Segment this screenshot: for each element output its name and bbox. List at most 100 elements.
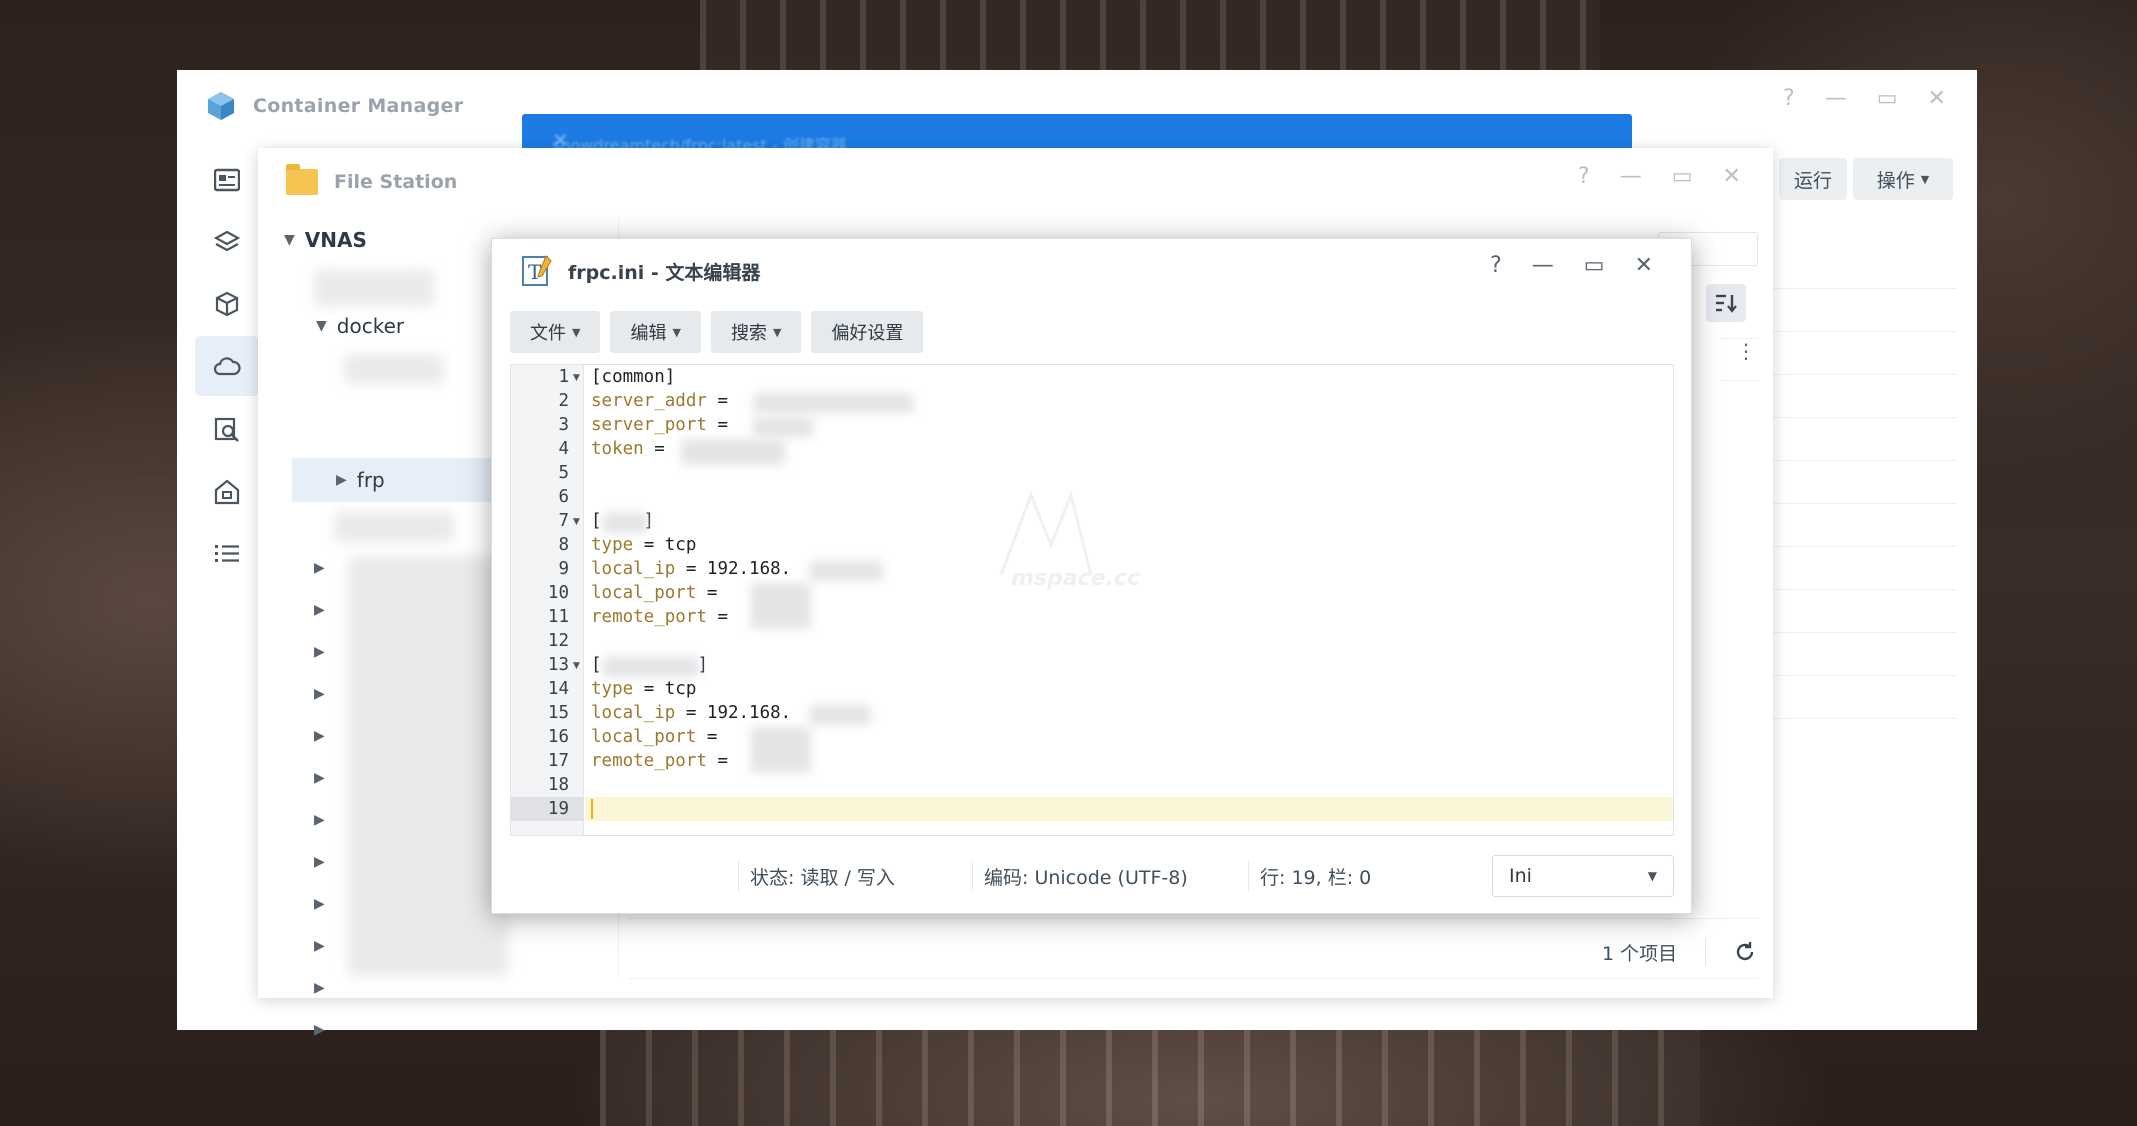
list-row[interactable] <box>1767 289 1957 332</box>
line-number: 6 <box>558 487 569 507</box>
chevron-right-icon: ▶ <box>336 472 347 488</box>
window-controls: ? — ▭ ✕ <box>1578 164 1741 189</box>
encoding-status: 编码: Unicode (UTF-8) <box>984 866 1188 889</box>
list-row[interactable] <box>1767 461 1957 504</box>
chevron-right-icon: ▶ <box>314 602 325 618</box>
code-line: token = <box>591 439 675 459</box>
config-key: type <box>591 679 634 699</box>
run-button-label: 运行 <box>1793 169 1832 192</box>
help-icon[interactable]: ? <box>1578 164 1590 189</box>
fold-toggle-icon[interactable]: ▼ <box>573 373 580 383</box>
code-line: type = tcp <box>591 679 696 699</box>
chevron-down-icon: ▼ <box>1920 172 1930 186</box>
help-icon[interactable]: ? <box>1783 86 1795 111</box>
sidebar-item-overview[interactable] <box>195 150 259 210</box>
redacted-folder[interactable] <box>314 270 434 306</box>
chevron-right-icon: ▶ <box>314 686 325 702</box>
section-bracket: [ <box>591 511 602 531</box>
code-line: remote_port = <box>591 607 739 627</box>
fold-toggle-icon[interactable]: ▼ <box>573 517 580 527</box>
tree-expander[interactable]: ▶ <box>314 812 325 828</box>
list-row[interactable] <box>1767 504 1957 547</box>
tree-expander[interactable]: ▶ <box>314 602 325 618</box>
list-divider <box>1718 380 1758 381</box>
current-line-highlight <box>585 797 1673 821</box>
run-button[interactable]: 运行 <box>1779 158 1847 200</box>
language-select-value: Ini <box>1509 865 1532 887</box>
tree-item-frp-label[interactable]: ▶ frp <box>336 468 385 492</box>
maximize-icon[interactable]: ▭ <box>1877 86 1898 111</box>
read-write-status: 状态: 读取 / 写入 <box>750 866 895 889</box>
tree-expander[interactable]: ▶ <box>314 854 325 870</box>
tree-expander[interactable]: ▶ <box>314 1022 325 1038</box>
redacted-folder[interactable] <box>344 354 444 384</box>
help-icon[interactable]: ? <box>1490 253 1502 278</box>
item-count: 1 个项目 <box>1602 942 1678 965</box>
sidebar-item-log[interactable] <box>195 524 259 584</box>
close-icon[interactable]: ✕ <box>1635 253 1653 278</box>
sidebar-item-registry[interactable] <box>195 336 259 396</box>
tree-expander[interactable]: ▶ <box>314 728 325 744</box>
text-editor-app-icon: T <box>522 255 552 286</box>
maximize-icon[interactable]: ▭ <box>1672 164 1693 189</box>
status-divider <box>738 861 739 891</box>
more-options-icon[interactable]: ⋮ <box>1736 341 1756 361</box>
tree-item-docker[interactable]: ▼ docker <box>316 314 404 338</box>
refresh-icon[interactable] <box>1734 941 1756 963</box>
action-button-label: 操作 <box>1876 169 1915 192</box>
config-key: type <box>591 535 634 555</box>
menu-file-label: 文件 <box>530 323 566 344</box>
list-row[interactable] <box>1767 547 1957 590</box>
code-editor[interactable]: 1 2 3 4 5 6 7 8 9 10 11 12 13 14 15 16 1… <box>510 364 1674 836</box>
tree-expander[interactable]: ▶ <box>314 896 325 912</box>
minimize-icon[interactable]: — <box>1620 164 1642 189</box>
close-icon[interactable]: ✕ <box>1927 86 1945 111</box>
list-row[interactable] <box>1767 633 1957 676</box>
close-icon[interactable]: ✕ <box>1722 164 1740 189</box>
folder-icon <box>286 164 318 195</box>
config-key: local_port <box>591 727 697 747</box>
chevron-right-icon: ▶ <box>314 812 325 828</box>
tree-expander[interactable]: ▶ <box>314 560 325 576</box>
search-image-icon <box>214 417 239 442</box>
action-button[interactable]: 操作 ▼ <box>1853 158 1953 200</box>
sort-icon <box>1716 294 1737 313</box>
text-cursor <box>591 799 593 819</box>
menu-file[interactable]: 文件 ▼ <box>510 311 601 353</box>
maximize-icon[interactable]: ▭ <box>1584 253 1605 278</box>
list-divider <box>628 918 1758 919</box>
list-row[interactable] <box>1767 590 1957 633</box>
list-row[interactable] <box>1767 375 1957 418</box>
text-editor-titlebar: T frpc.ini - 文本编辑器 <box>520 249 760 293</box>
list-row[interactable] <box>1767 418 1957 461</box>
config-value: = tcp <box>633 535 697 555</box>
line-number: 3 <box>558 415 569 435</box>
dashboard-icon <box>214 168 240 192</box>
sort-button[interactable] <box>1706 284 1746 322</box>
tree-item-root[interactable]: ▼ VNAS <box>284 228 367 252</box>
sidebar-item-network[interactable] <box>195 462 259 522</box>
chevron-right-icon: ▶ <box>314 644 325 660</box>
list-row[interactable] <box>1767 676 1957 719</box>
tree-expander[interactable]: ▶ <box>314 686 325 702</box>
list-row[interactable] <box>1767 246 1957 289</box>
sidebar-item-container[interactable] <box>195 274 259 334</box>
config-key: server_port <box>591 415 707 435</box>
fold-toggle-icon[interactable]: ▼ <box>573 661 580 671</box>
language-select[interactable]: Ini ▼ <box>1492 855 1674 897</box>
line-number: 5 <box>558 463 569 483</box>
minimize-icon[interactable]: — <box>1532 253 1554 278</box>
tree-expander[interactable]: ▶ <box>314 644 325 660</box>
tree-expander[interactable]: ▶ <box>314 770 325 786</box>
menu-edit[interactable]: 编辑 ▼ <box>610 311 701 353</box>
menu-preferences[interactable]: 偏好设置 <box>811 311 924 353</box>
tree-expander[interactable]: ▶ <box>314 980 325 996</box>
minimize-icon[interactable]: — <box>1825 86 1847 111</box>
redacted-folder[interactable] <box>334 512 454 542</box>
redacted-value <box>751 583 811 629</box>
menu-search[interactable]: 搜索 ▼ <box>710 311 802 353</box>
sidebar-item-project[interactable] <box>195 212 259 272</box>
sidebar-item-image[interactable] <box>195 400 259 460</box>
tree-expander[interactable]: ▶ <box>314 938 325 954</box>
list-row[interactable] <box>1767 332 1957 375</box>
